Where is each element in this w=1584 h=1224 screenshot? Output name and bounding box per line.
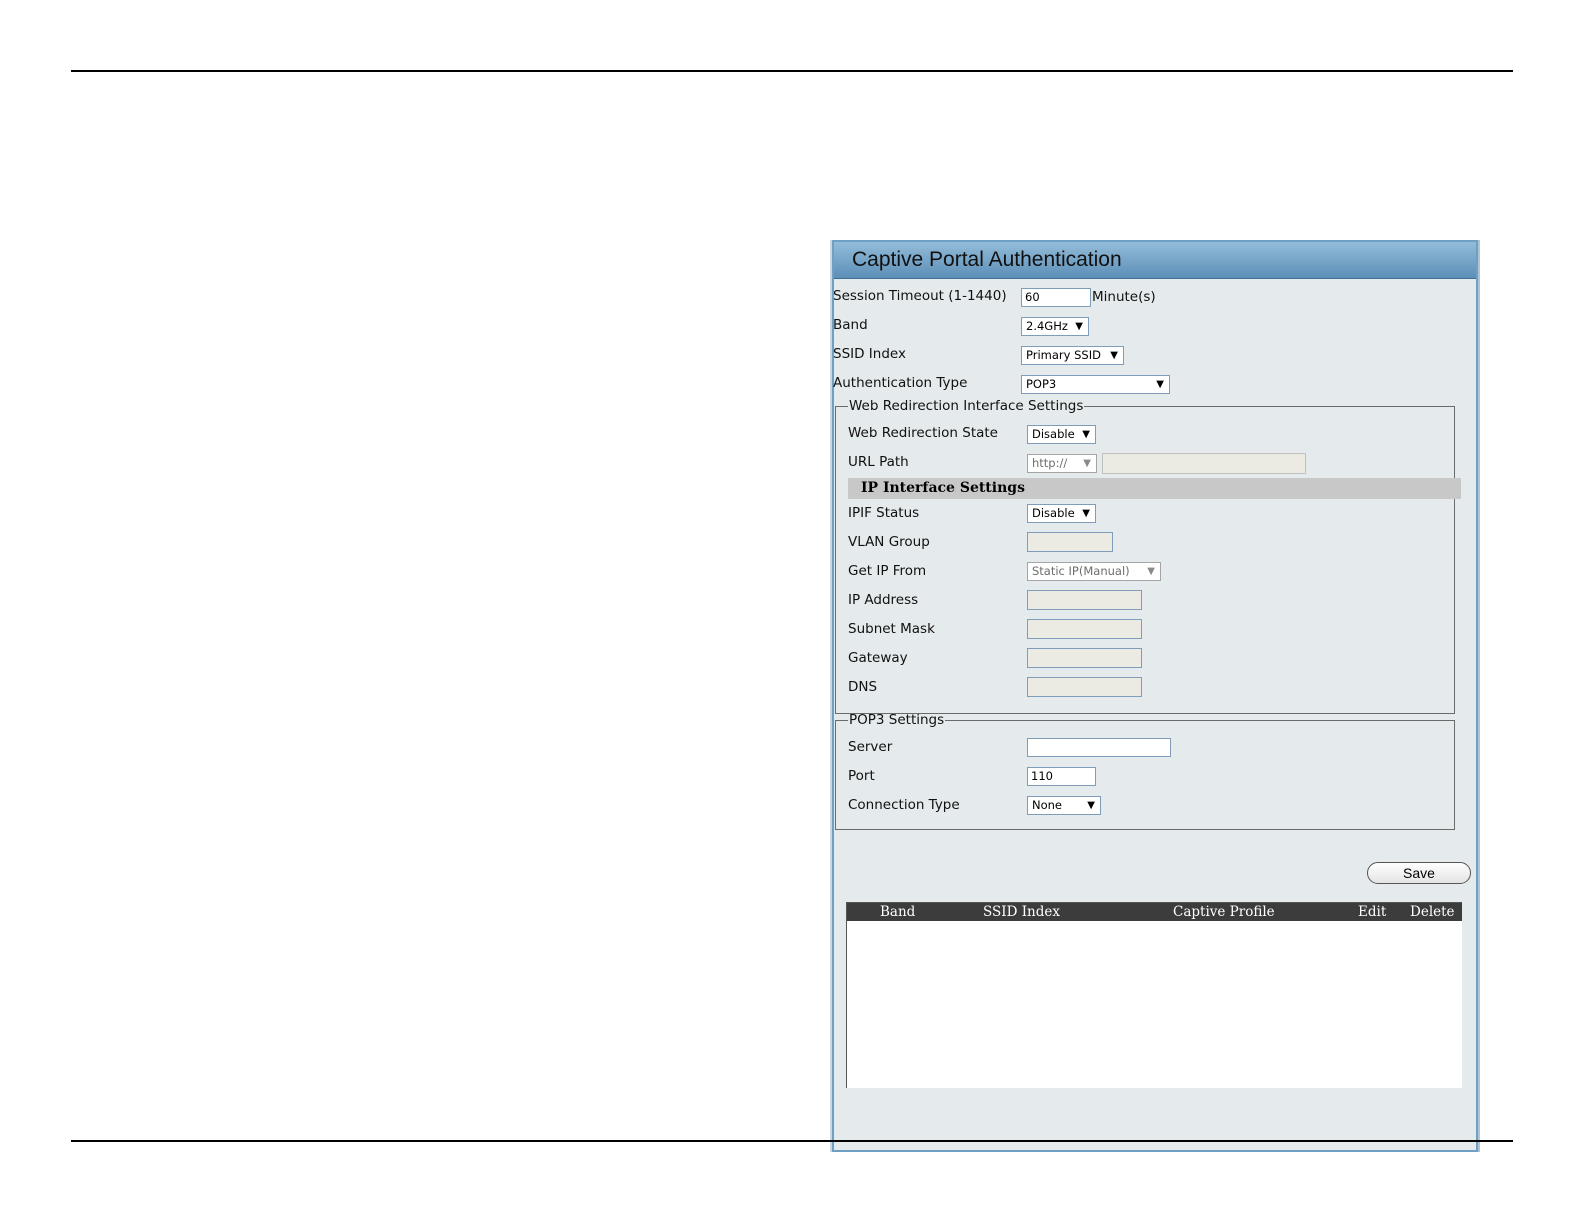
dropdown-arrow-icon: ▼ xyxy=(1087,800,1095,811)
ssid-index-label: SSID Index xyxy=(833,346,906,362)
auth-type-select[interactable]: POP3 ▼ xyxy=(1021,375,1170,394)
bottom-rule xyxy=(71,1140,1513,1142)
web-redirection-state-select[interactable]: Disable ▼ xyxy=(1027,425,1096,444)
column-header-edit: Edit xyxy=(1358,904,1387,920)
connection-type-select[interactable]: None ▼ xyxy=(1027,796,1101,815)
session-timeout-unit: Minute(s) xyxy=(1092,289,1156,305)
dns-input[interactable] xyxy=(1027,677,1142,697)
ssid-index-select-value: Primary SSID xyxy=(1026,348,1101,362)
captive-profile-table: Band SSID Index Captive Profile Edit Del… xyxy=(846,902,1462,1088)
band-select[interactable]: 2.4GHz ▼ xyxy=(1021,317,1089,336)
url-path-label: URL Path xyxy=(848,454,909,470)
captive-portal-panel: Captive Portal Authentication Session Ti… xyxy=(832,240,1478,1152)
vlan-group-input[interactable] xyxy=(1027,532,1113,552)
session-timeout-input[interactable]: 60 xyxy=(1021,288,1091,307)
dropdown-arrow-icon: ▼ xyxy=(1075,321,1083,332)
dropdown-arrow-icon: ▼ xyxy=(1156,379,1164,390)
vlan-group-label: VLAN Group xyxy=(848,534,930,550)
ip-address-label: IP Address xyxy=(848,592,919,608)
dropdown-arrow-icon: ▼ xyxy=(1082,508,1090,519)
dropdown-arrow-icon: ▼ xyxy=(1147,566,1155,577)
auth-type-label: Authentication Type xyxy=(833,375,968,391)
pop3-legend: POP3 Settings xyxy=(849,712,945,728)
subnet-mask-label: Subnet Mask xyxy=(848,621,935,637)
band-select-value: 2.4GHz xyxy=(1026,319,1068,333)
subnet-mask-input[interactable] xyxy=(1027,619,1142,639)
ip-interface-heading: IP Interface Settings xyxy=(848,478,1461,499)
ip-address-input[interactable] xyxy=(1027,590,1142,610)
auth-type-select-value: POP3 xyxy=(1026,377,1057,391)
top-rule xyxy=(71,70,1513,72)
column-header-ssid-index: SSID Index xyxy=(983,904,1060,920)
web-redirection-legend: Web Redirection Interface Settings xyxy=(849,398,1084,414)
dropdown-arrow-icon: ▼ xyxy=(1083,458,1091,469)
connection-type-label: Connection Type xyxy=(848,797,960,813)
save-button[interactable]: Save xyxy=(1367,862,1471,884)
url-scheme-select[interactable]: http:// ▼ xyxy=(1027,454,1097,473)
ipif-status-value: Disable xyxy=(1032,506,1075,520)
web-redirection-fieldset: Web Redirection Interface Settings xyxy=(835,398,1455,714)
band-label: Band xyxy=(833,317,868,333)
dns-label: DNS xyxy=(848,679,878,695)
column-header-captive-profile: Captive Profile xyxy=(1173,904,1275,920)
gateway-input[interactable] xyxy=(1027,648,1142,668)
pop3-server-input[interactable] xyxy=(1027,738,1171,757)
get-ip-from-value: Static IP(Manual) xyxy=(1032,564,1130,578)
dropdown-arrow-icon: ▼ xyxy=(1110,350,1118,361)
get-ip-from-select[interactable]: Static IP(Manual) ▼ xyxy=(1027,562,1161,581)
column-header-delete: Delete xyxy=(1410,904,1455,920)
column-header-band: Band xyxy=(880,904,916,920)
url-path-input[interactable] xyxy=(1102,453,1306,474)
pop3-port-label: Port xyxy=(848,768,875,784)
ssid-index-select[interactable]: Primary SSID ▼ xyxy=(1021,346,1124,365)
web-redirection-state-label: Web Redirection State xyxy=(848,425,998,441)
pop3-server-label: Server xyxy=(848,739,893,755)
pop3-port-input[interactable]: 110 xyxy=(1027,767,1096,786)
gateway-label: Gateway xyxy=(848,650,908,666)
get-ip-from-label: Get IP From xyxy=(848,563,927,579)
panel-title: Captive Portal Authentication xyxy=(834,242,1476,279)
table-header: Band SSID Index Captive Profile Edit Del… xyxy=(847,903,1462,921)
dropdown-arrow-icon: ▼ xyxy=(1082,429,1090,440)
session-timeout-label: Session Timeout (1-1440) xyxy=(833,288,1007,304)
connection-type-value: None xyxy=(1032,798,1063,812)
ipif-status-select[interactable]: Disable ▼ xyxy=(1027,504,1096,523)
url-scheme-value: http:// xyxy=(1032,456,1068,470)
ipif-status-label: IPIF Status xyxy=(848,505,920,521)
web-redirection-state-value: Disable xyxy=(1032,427,1075,441)
